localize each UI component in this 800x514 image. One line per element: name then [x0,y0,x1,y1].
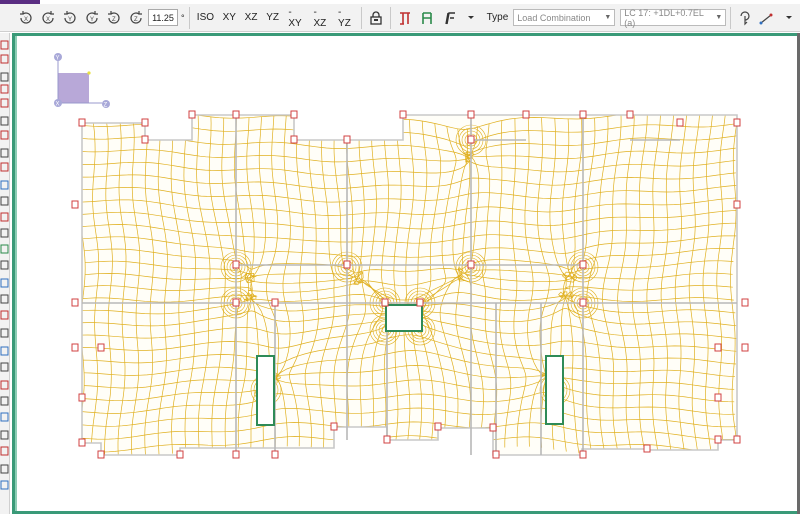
support-node[interactable] [97,343,105,352]
support-node[interactable] [522,110,530,119]
support-node[interactable] [78,393,86,402]
support-node[interactable] [676,118,684,127]
support-node[interactable] [579,298,587,307]
support-node[interactable] [467,260,475,269]
support-node[interactable] [467,110,475,119]
support-node[interactable] [343,260,351,269]
support-node[interactable] [579,110,587,119]
support-node[interactable] [290,110,298,119]
support-node[interactable] [97,450,105,459]
support-node[interactable] [714,435,722,444]
support-node[interactable] [141,118,149,127]
support-node[interactable] [71,298,79,307]
support-node[interactable] [71,200,79,209]
support-node[interactable] [78,118,86,127]
structural-model-view[interactable]: Y X Z [0,0,800,514]
support-node[interactable] [271,450,279,459]
support-node[interactable] [733,118,741,127]
support-node[interactable] [741,343,749,352]
support-node[interactable] [343,135,351,144]
support-node[interactable] [467,135,475,144]
gizmo-z-label: Z [104,103,108,109]
support-node[interactable] [626,110,634,119]
support-node[interactable] [733,435,741,444]
support-node[interactable] [579,260,587,269]
support-node[interactable] [232,260,240,269]
support-node[interactable] [643,444,651,453]
opening-shaft-right[interactable] [545,355,564,425]
support-node[interactable] [78,438,86,447]
gizmo-plane [58,73,89,103]
support-node[interactable] [232,110,240,119]
axes-gizmo[interactable]: Y X Z [54,53,110,109]
support-node[interactable] [399,110,407,119]
support-node[interactable] [381,298,389,307]
support-node[interactable] [188,110,196,119]
support-node[interactable] [141,135,149,144]
support-node[interactable] [271,298,279,307]
support-node[interactable] [714,343,722,352]
support-node[interactable] [733,200,741,209]
support-node[interactable] [176,450,184,459]
support-node[interactable] [714,393,722,402]
support-node[interactable] [489,423,497,432]
opening-shaft-left[interactable] [256,355,275,426]
support-node[interactable] [434,422,442,431]
opening-core[interactable] [385,304,423,332]
gizmo-y-label: Y [56,56,60,62]
support-node[interactable] [383,435,391,444]
support-node[interactable] [741,298,749,307]
support-node[interactable] [232,450,240,459]
support-node[interactable] [232,298,240,307]
slab-mesh [81,114,738,456]
support-node[interactable] [492,450,500,459]
support-node[interactable] [290,135,298,144]
support-node[interactable] [416,298,424,307]
support-node[interactable] [71,343,79,352]
support-node[interactable] [579,450,587,459]
gizmo-x-label: X [56,102,60,108]
support-node[interactable] [330,422,338,431]
